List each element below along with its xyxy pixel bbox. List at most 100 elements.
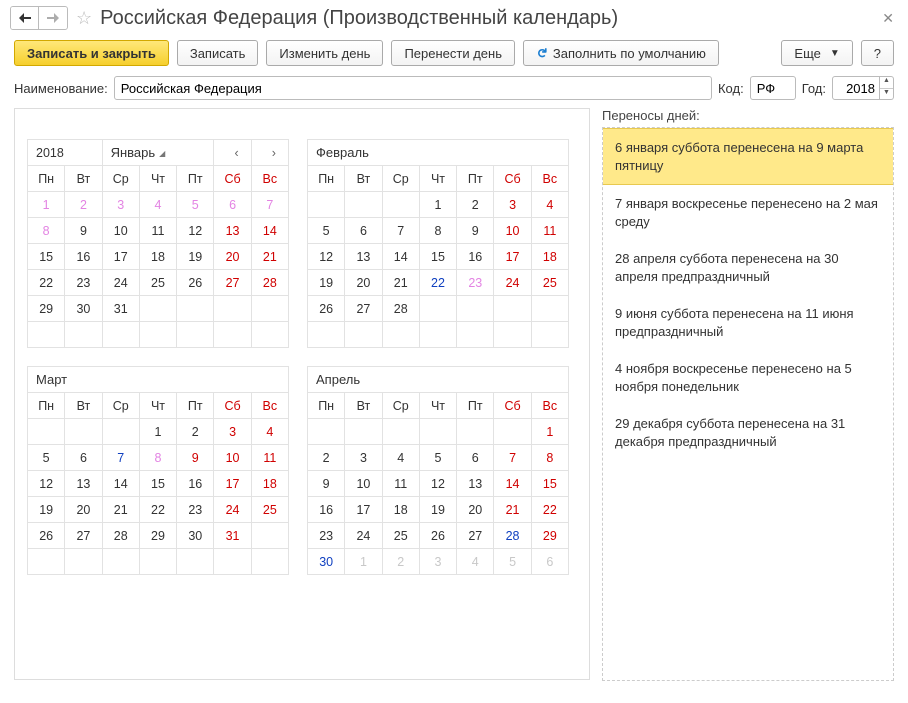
day-cell[interactable]: 30 [65,296,102,322]
day-cell[interactable]: 13 [345,244,382,270]
day-cell[interactable]: 4 [457,549,494,575]
day-cell[interactable]: 27 [214,270,251,296]
day-cell[interactable]: 8 [419,218,456,244]
day-cell[interactable]: 30 [177,523,214,549]
day-cell[interactable]: 16 [457,244,494,270]
day-cell[interactable]: 9 [177,445,214,471]
day-cell[interactable]: 1 [531,419,568,445]
day-cell[interactable]: 18 [531,244,568,270]
day-cell[interactable]: 14 [382,244,419,270]
day-cell[interactable]: 26 [419,523,456,549]
day-cell[interactable]: 3 [345,445,382,471]
day-cell[interactable]: 8 [139,445,176,471]
day-cell[interactable]: 23 [177,497,214,523]
help-button[interactable]: ? [861,40,894,66]
day-cell[interactable]: 13 [214,218,251,244]
day-cell[interactable]: 19 [177,244,214,270]
day-cell[interactable]: 24 [345,523,382,549]
day-cell[interactable]: 1 [419,192,456,218]
day-cell[interactable]: 19 [308,270,345,296]
day-cell[interactable]: 20 [345,270,382,296]
save-and-close-button[interactable]: Записать и закрыть [14,40,169,66]
day-cell[interactable]: 4 [251,419,288,445]
day-cell[interactable]: 2 [457,192,494,218]
day-cell[interactable]: 17 [214,471,251,497]
day-cell[interactable]: 5 [494,549,531,575]
day-cell[interactable]: 11 [139,218,176,244]
day-cell[interactable]: 14 [494,471,531,497]
next-month-button[interactable]: › [251,140,288,166]
day-cell[interactable]: 9 [457,218,494,244]
day-cell[interactable]: 28 [494,523,531,549]
day-cell[interactable]: 1 [28,192,65,218]
month-name[interactable]: Март [28,367,289,393]
favorite-star-icon[interactable]: ☆ [76,8,92,29]
day-cell[interactable]: 6 [457,445,494,471]
day-cell[interactable]: 10 [214,445,251,471]
day-cell[interactable]: 10 [345,471,382,497]
calendar-year-cell[interactable]: 2018 [28,140,103,166]
day-cell[interactable]: 13 [457,471,494,497]
day-cell[interactable]: 12 [28,471,65,497]
day-cell[interactable]: 5 [177,192,214,218]
day-cell[interactable]: 2 [308,445,345,471]
day-cell[interactable]: 3 [494,192,531,218]
more-button[interactable]: Еще▼ [781,40,852,66]
day-cell[interactable]: 17 [102,244,139,270]
day-cell[interactable]: 3 [102,192,139,218]
day-cell[interactable]: 20 [65,497,102,523]
day-cell[interactable]: 17 [494,244,531,270]
day-cell[interactable]: 26 [28,523,65,549]
day-cell[interactable]: 3 [214,419,251,445]
month-name[interactable]: Февраль [308,140,569,166]
day-cell[interactable]: 22 [139,497,176,523]
day-cell[interactable]: 29 [531,523,568,549]
day-cell[interactable]: 30 [308,549,345,575]
move-day-button[interactable]: Перенести день [391,40,515,66]
day-cell[interactable]: 15 [28,244,65,270]
day-cell[interactable]: 28 [251,270,288,296]
day-cell[interactable]: 1 [139,419,176,445]
day-cell[interactable]: 9 [308,471,345,497]
day-cell[interactable]: 22 [28,270,65,296]
day-cell[interactable]: 5 [419,445,456,471]
day-cell[interactable]: 4 [531,192,568,218]
day-cell[interactable]: 6 [65,445,102,471]
day-cell[interactable]: 6 [345,218,382,244]
day-cell[interactable]: 2 [65,192,102,218]
day-cell[interactable]: 6 [214,192,251,218]
transfer-item[interactable]: 7 января воскресенье перенесено на 2 мая… [603,185,893,240]
day-cell[interactable]: 12 [419,471,456,497]
day-cell[interactable]: 18 [382,497,419,523]
save-button[interactable]: Записать [177,40,259,66]
day-cell[interactable]: 23 [65,270,102,296]
day-cell[interactable]: 6 [531,549,568,575]
day-cell[interactable]: 2 [177,419,214,445]
transfer-item[interactable]: 6 января суббота перенесена на 9 марта п… [603,128,893,185]
day-cell[interactable]: 28 [102,523,139,549]
day-cell[interactable]: 1 [345,549,382,575]
day-cell[interactable]: 21 [102,497,139,523]
day-cell[interactable]: 28 [382,296,419,322]
transfer-item[interactable]: 4 ноября воскресенье перенесено на 5 ноя… [603,350,893,405]
day-cell[interactable]: 15 [531,471,568,497]
day-cell[interactable]: 11 [382,471,419,497]
day-cell[interactable]: 16 [177,471,214,497]
day-cell[interactable]: 27 [65,523,102,549]
day-cell[interactable]: 25 [139,270,176,296]
day-cell[interactable]: 21 [251,244,288,270]
day-cell[interactable]: 23 [457,270,494,296]
day-cell[interactable]: 18 [251,471,288,497]
name-input[interactable] [114,76,712,100]
day-cell[interactable]: 24 [102,270,139,296]
day-cell[interactable]: 19 [28,497,65,523]
day-cell[interactable]: 20 [457,497,494,523]
day-cell[interactable]: 5 [28,445,65,471]
day-cell[interactable]: 26 [308,296,345,322]
day-cell[interactable]: 8 [531,445,568,471]
day-cell[interactable]: 12 [308,244,345,270]
day-cell[interactable]: 5 [308,218,345,244]
day-cell[interactable]: 11 [251,445,288,471]
day-cell[interactable]: 24 [214,497,251,523]
day-cell[interactable]: 14 [102,471,139,497]
